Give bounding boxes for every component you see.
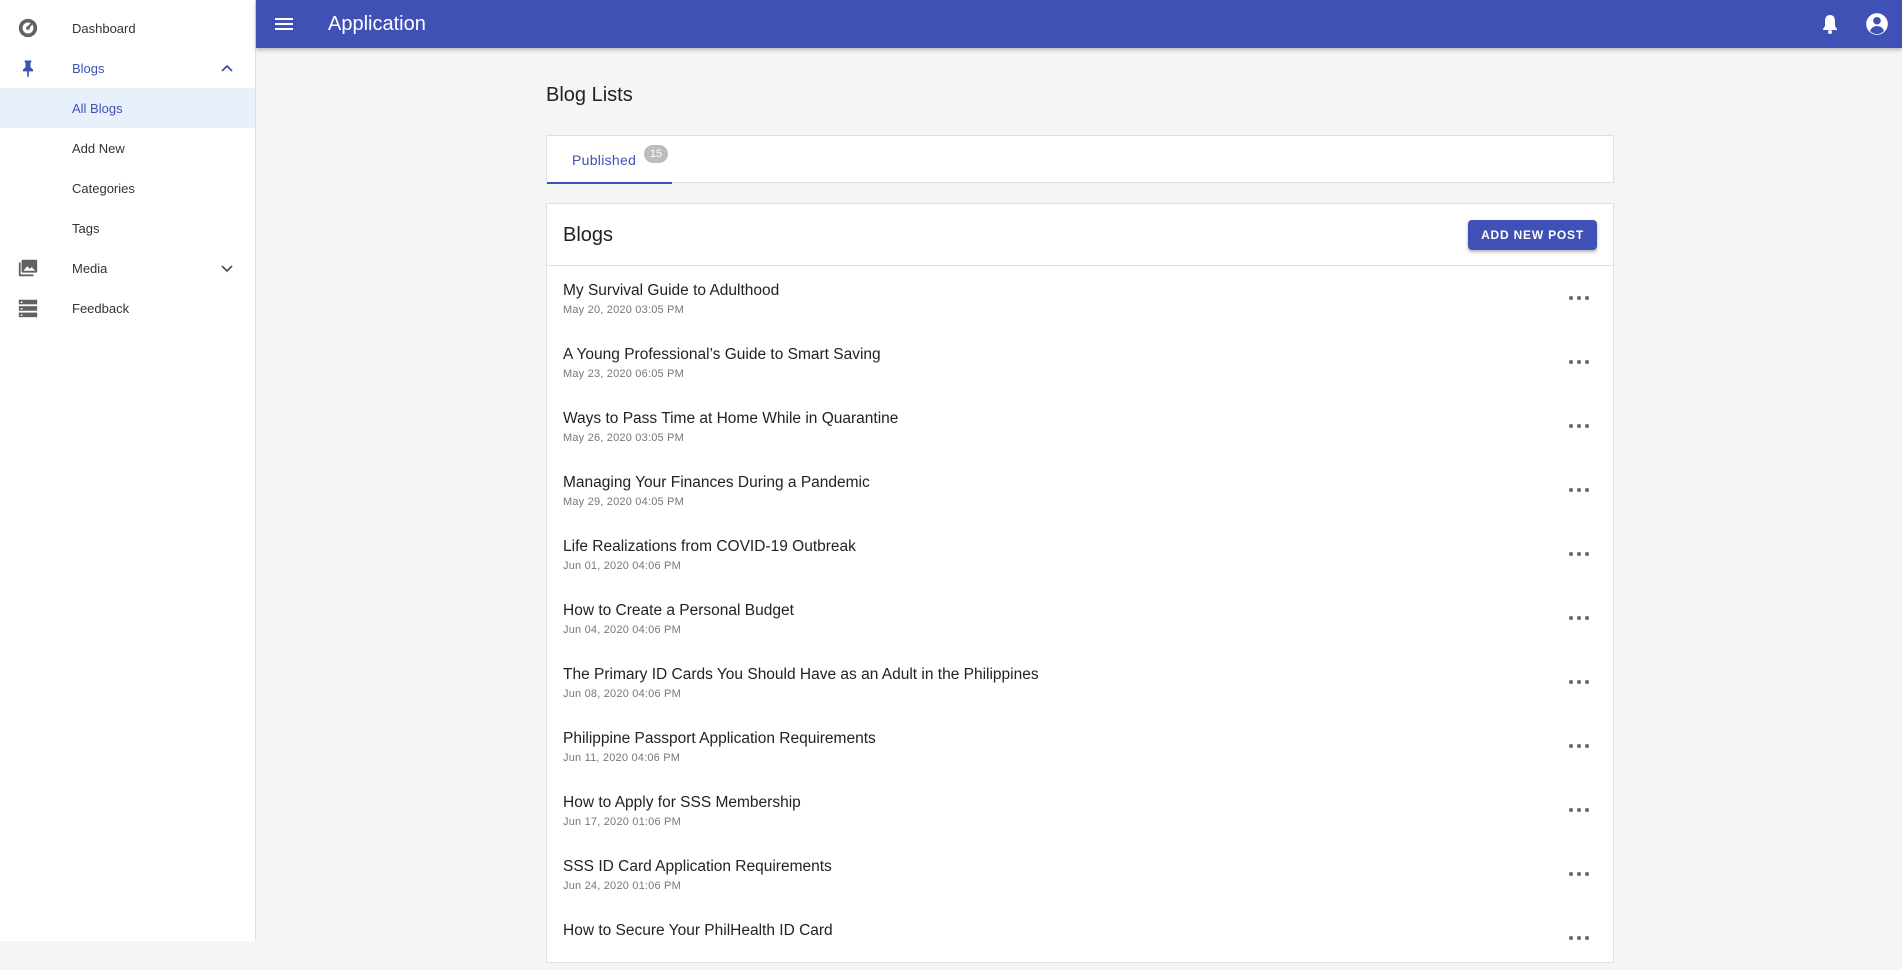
sidebar-item-label: Dashboard [72, 20, 136, 36]
sidebar-item-label: Blogs [72, 60, 105, 76]
more-horiz-icon[interactable] [1569, 802, 1589, 818]
post-title[interactable]: A Young Professional’s Guide to Smart Sa… [563, 346, 881, 364]
post-date: May 23, 2020 06:05 PM [563, 368, 684, 380]
post-title[interactable]: How to Apply for SSS Membership [563, 794, 801, 812]
post-title[interactable]: Ways to Pass Time at Home While in Quara… [563, 410, 898, 428]
list-item[interactable]: Ways to Pass Time at Home While in Quara… [547, 394, 1613, 458]
sidebar-item-media[interactable]: Media [0, 248, 255, 288]
more-horiz-icon[interactable] [1569, 610, 1589, 626]
list-item[interactable]: SSS ID Card Application Requirements Jun … [547, 842, 1613, 906]
post-title[interactable]: SSS ID Card Application Requirements [563, 858, 832, 876]
menu-icon[interactable] [272, 12, 296, 36]
more-horiz-icon[interactable] [1569, 866, 1589, 882]
tabs-bar: Published 15 [546, 135, 1614, 184]
post-list: My Survival Guide to Adulthood May 20, 20… [547, 266, 1613, 970]
more-horiz-icon[interactable] [1569, 290, 1589, 306]
tab-label: Published [572, 152, 637, 168]
more-horiz-icon[interactable] [1569, 482, 1589, 498]
sidebar-item-label: Categories [72, 180, 135, 196]
sidebar-item-label: All Blogs [72, 100, 123, 116]
sidebar-item-dashboard[interactable]: Dashboard [0, 8, 255, 48]
list-item[interactable]: My Survival Guide to Adulthood May 20, 20… [547, 266, 1613, 330]
list-item[interactable]: Life Realizations from COVID-19 Outbreak… [547, 522, 1613, 586]
list-item[interactable]: How to Secure Your PhilHealth ID Card [547, 906, 1613, 970]
post-title[interactable]: Philippine Passport Application Requirem… [563, 730, 876, 748]
more-horiz-icon[interactable] [1569, 674, 1589, 690]
list-item[interactable]: How to Apply for SSS Membership Jun 17, 2… [547, 778, 1613, 842]
list-item[interactable]: The Primary ID Cards You Should Have as … [547, 650, 1613, 714]
post-date: May 29, 2020 04:05 PM [563, 496, 684, 508]
more-horiz-icon[interactable] [1569, 930, 1589, 946]
bell-icon[interactable] [1818, 12, 1842, 36]
count-badge: 15 [644, 145, 668, 163]
sidebar-item-label: Media [72, 260, 108, 276]
sidebar-item-label: Feedback [72, 300, 130, 316]
chevron-down-icon [219, 260, 235, 276]
post-date: Jun 17, 2020 01:06 PM [563, 816, 681, 828]
chevron-up-icon [219, 60, 235, 76]
post-date: Jun 11, 2020 04:06 PM [563, 752, 681, 764]
more-horiz-icon[interactable] [1569, 738, 1589, 754]
add-new-post-button[interactable]: ADD NEW POST [1468, 220, 1597, 250]
post-title[interactable]: Life Realizations from COVID-19 Outbreak [563, 538, 856, 556]
tab-published[interactable]: Published 15 [547, 136, 672, 184]
sidebar-item-add-new[interactable]: Add New [0, 128, 255, 168]
post-date: Jun 08, 2020 04:06 PM [563, 688, 681, 700]
card-header: Blogs ADD NEW POST [547, 204, 1613, 266]
post-date: Jun 24, 2020 01:06 PM [563, 880, 681, 892]
post-title[interactable]: Managing Your Finances During a Pandemic [563, 474, 870, 492]
more-horiz-icon[interactable] [1569, 354, 1589, 370]
sidebar-item-label: Add New [72, 140, 125, 156]
post-date: May 20, 2020 03:05 PM [563, 304, 684, 316]
photo-library-icon [16, 256, 40, 280]
blogs-card: Blogs ADD NEW POST My Survival Guide to … [546, 203, 1614, 963]
list-item[interactable]: How to Create a Personal Budget Jun 04, 2… [547, 586, 1613, 650]
post-title[interactable]: How to Secure Your PhilHealth ID Card [563, 922, 833, 940]
post-title[interactable]: The Primary ID Cards You Should Have as … [563, 666, 1039, 684]
dashboard-icon [16, 16, 40, 40]
post-date: Jun 04, 2020 04:06 PM [563, 624, 681, 636]
app-title: Application [328, 13, 426, 35]
sidebar-item-categories[interactable]: Categories [0, 168, 255, 208]
card-title: Blogs [563, 224, 614, 246]
page-title: Blog Lists [546, 84, 633, 106]
sidebar-item-label: Tags [72, 220, 100, 236]
app-bar: Application [256, 0, 1902, 48]
post-date: May 26, 2020 03:05 PM [563, 432, 684, 444]
list-item[interactable]: Philippine Passport Application Requirem… [547, 714, 1613, 778]
more-horiz-icon[interactable] [1569, 418, 1589, 434]
sidebar: Dashboard Blogs All Blogs Add New Catego… [0, 0, 256, 941]
list-item[interactable]: A Young Professional’s Guide to Smart Sa… [547, 330, 1613, 394]
account-icon[interactable] [1864, 11, 1890, 37]
sidebar-item-feedback[interactable]: Feedback [0, 288, 255, 328]
post-date: Jun 01, 2020 04:06 PM [563, 560, 681, 572]
more-horiz-icon[interactable] [1569, 546, 1589, 562]
list-item[interactable]: Managing Your Finances During a Pandemic… [547, 458, 1613, 522]
sidebar-item-blogs[interactable]: Blogs [0, 48, 255, 88]
sidebar-item-tags[interactable]: Tags [0, 208, 255, 248]
storage-icon [16, 296, 40, 320]
post-title[interactable]: My Survival Guide to Adulthood [563, 282, 779, 300]
post-title[interactable]: How to Create a Personal Budget [563, 602, 794, 620]
pin-icon [16, 56, 40, 80]
sidebar-item-all-blogs[interactable]: All Blogs [0, 88, 255, 128]
